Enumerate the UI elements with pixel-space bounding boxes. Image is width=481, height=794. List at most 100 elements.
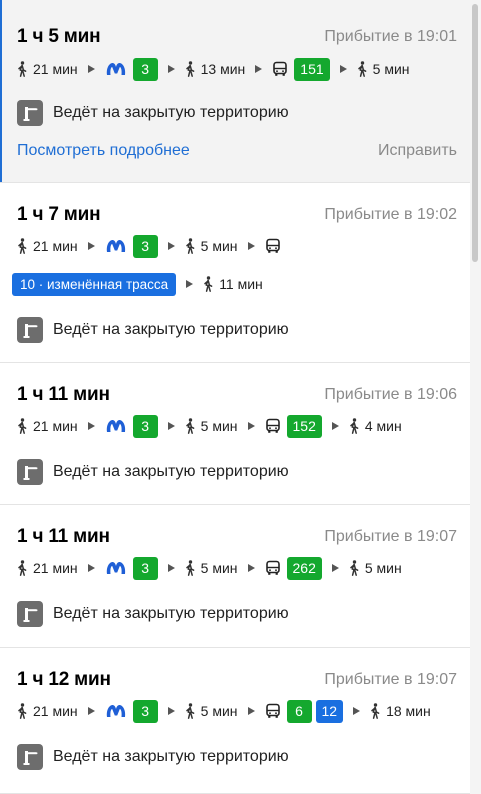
arrow-icon: [87, 242, 95, 250]
pedestrian-icon: [17, 238, 27, 254]
metro-line-badge: 3: [132, 556, 158, 580]
walk-segment: 5 мин: [357, 61, 410, 77]
metro-spb-icon: [105, 61, 127, 77]
bus-segment: 152: [265, 414, 322, 438]
pedestrian-icon: [185, 560, 195, 576]
bus-icon: [265, 703, 281, 719]
bus-icon: [265, 560, 281, 576]
walk-segment: 5 мин: [185, 703, 238, 719]
metro-segment: 3: [105, 414, 158, 438]
metro-spb-icon: [105, 238, 127, 254]
walk-time: 21 мин: [33, 418, 78, 434]
route-card[interactable]: 1 ч 7 мин Прибытие в 19:02 21 мин 3 5 ми…: [0, 183, 470, 363]
walk-time: 21 мин: [33, 238, 78, 254]
route-arrival: Прибытие в 19:07: [324, 528, 457, 545]
walk-segment: 13 мин: [185, 61, 246, 77]
route-card[interactable]: 1 ч 12 мин Прибытие в 19:07 21 мин 3 5 м…: [0, 648, 470, 794]
route-arrival: Прибытие в 19:07: [324, 671, 457, 688]
walk-time: 21 мин: [33, 61, 78, 77]
pedestrian-icon: [185, 703, 195, 719]
warning-text: Ведёт на закрытую территорию: [53, 104, 289, 121]
walk-segment: 21 мин: [17, 703, 78, 719]
walk-time: 5 мин: [372, 61, 410, 77]
pedestrian-icon: [349, 418, 359, 434]
walk-time: 11 мин: [219, 276, 263, 292]
pedestrian-icon: [357, 61, 367, 77]
bus-segment: [265, 238, 287, 254]
walk-time: 4 мин: [364, 418, 402, 434]
bus-number-badge: 10 · изменённая трасса: [12, 272, 177, 296]
warning-text: Ведёт на закрытую территорию: [53, 463, 289, 480]
route-header: 1 ч 11 мин Прибытие в 19:07: [17, 525, 457, 549]
pedestrian-icon: [370, 703, 380, 719]
barrier-gate-icon: [17, 601, 43, 627]
restricted-area-warning: Ведёт на закрытую территорию: [17, 459, 457, 485]
route-duration: 1 ч 5 мин: [17, 26, 101, 47]
route-header: 1 ч 5 мин Прибытие в 19:01: [17, 25, 457, 49]
pedestrian-icon: [17, 418, 27, 434]
walk-time: 21 мин: [33, 703, 78, 719]
metro-spb-icon: [105, 560, 127, 576]
route-card[interactable]: 1 ч 11 мин Прибытие в 19:07 21 мин 3 5 м…: [0, 505, 470, 648]
route-duration: 1 ч 12 мин: [17, 669, 111, 690]
bus-number-badge: 262: [286, 556, 322, 580]
bus-icon: [265, 238, 281, 254]
pedestrian-icon: [203, 276, 213, 292]
route-duration: 1 ч 11 мин: [17, 526, 110, 547]
route-segments: 21 мин 3 5 мин 152 4 мин: [17, 414, 457, 438]
arrow-icon: [247, 707, 255, 715]
arrow-icon: [247, 564, 255, 572]
arrow-icon: [247, 242, 255, 250]
bus-number-badge: 151: [294, 57, 330, 81]
scrollbar[interactable]: [470, 0, 481, 794]
pedestrian-icon: [17, 560, 27, 576]
pedestrian-icon: [185, 238, 195, 254]
arrow-icon: [353, 707, 361, 715]
bus-number-badge: 152: [286, 414, 322, 438]
pedestrian-icon: [185, 61, 195, 77]
route-segments: 21 мин 3 5 мин 262 5 мин: [17, 556, 457, 580]
arrow-icon: [186, 280, 194, 288]
arrow-icon: [87, 65, 95, 73]
warning-text: Ведёт на закрытую территорию: [53, 605, 289, 622]
route-card[interactable]: 1 ч 11 мин Прибытие в 19:06 21 мин 3 5 м…: [0, 363, 470, 505]
route-header: 1 ч 7 мин Прибытие в 19:02: [17, 203, 457, 227]
barrier-gate-icon: [17, 744, 43, 770]
walk-segment: 5 мин: [185, 238, 238, 254]
barrier-gate-icon: [17, 317, 43, 343]
route-list: 1 ч 5 мин Прибытие в 19:01 21 мин 3 13 м…: [0, 0, 470, 794]
arrow-icon: [87, 707, 95, 715]
walk-time: 13 мин: [200, 61, 246, 77]
pedestrian-icon: [349, 560, 359, 576]
walk-segment: 21 мин: [17, 61, 78, 77]
bus-icon: [272, 61, 288, 77]
walk-segment: 5 мин: [185, 560, 238, 576]
metro-line-badge: 3: [132, 234, 158, 258]
warning-text: Ведёт на закрытую территорию: [53, 321, 289, 338]
arrow-icon: [87, 564, 95, 572]
walk-time: 5 мин: [200, 238, 238, 254]
walk-segment: 4 мин: [349, 418, 402, 434]
arrow-icon: [87, 422, 95, 430]
pedestrian-icon: [17, 703, 27, 719]
walk-segment: 21 мин: [17, 238, 78, 254]
route-card[interactable]: 1 ч 5 мин Прибытие в 19:01 21 мин 3 13 м…: [0, 0, 470, 183]
details-link[interactable]: Посмотреть подробнее: [17, 142, 190, 160]
restricted-area-warning: Ведёт на закрытую территорию: [17, 100, 457, 126]
metro-segment: 3: [105, 699, 158, 723]
metro-segment: 3: [105, 556, 158, 580]
walk-segment: 5 мин: [349, 560, 402, 576]
fix-link[interactable]: Исправить: [378, 142, 457, 160]
metro-line-badge: 3: [132, 699, 158, 723]
restricted-area-warning: Ведёт на закрытую территорию: [17, 317, 457, 343]
walk-time: 21 мин: [33, 560, 78, 576]
arrow-icon: [247, 422, 255, 430]
arrow-icon: [167, 242, 175, 250]
route-arrival: Прибытие в 19:01: [324, 28, 457, 45]
scrollbar-thumb[interactable]: [472, 4, 478, 262]
walk-segment: 21 мин: [17, 560, 78, 576]
arrow-icon: [167, 564, 175, 572]
arrow-icon: [167, 707, 175, 715]
walk-time: 5 мин: [200, 418, 238, 434]
route-segments: 21 мин 3 13 мин 151 5 мин: [17, 57, 457, 81]
